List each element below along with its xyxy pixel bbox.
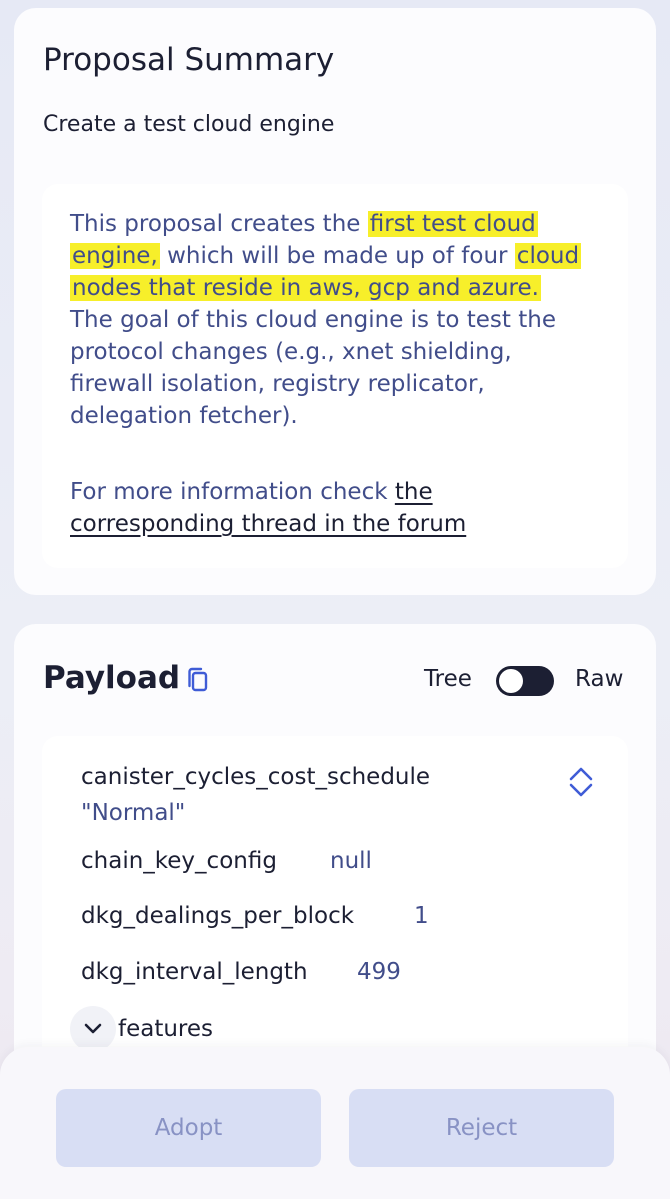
more-info-text: For more information check the correspon… xyxy=(70,476,590,540)
proposal-summary-title: Proposal Summary xyxy=(43,42,335,78)
payload-value: 1 xyxy=(414,903,429,929)
payload-value: "Normal" xyxy=(81,800,186,826)
proposal-summary-body: This proposal creates the first test clo… xyxy=(42,184,628,568)
description-text: This proposal creates the xyxy=(70,211,368,237)
adopt-button[interactable]: Adopt xyxy=(56,1089,321,1167)
proposal-description: This proposal creates the first test clo… xyxy=(70,208,582,432)
proposal-summary-card: Proposal Summary Create a test cloud eng… xyxy=(14,8,656,595)
payload-key: chain_key_config xyxy=(81,848,277,874)
reject-button[interactable]: Reject xyxy=(349,1089,614,1167)
payload-key: dkg_interval_length xyxy=(81,959,308,985)
toggle-knob xyxy=(499,669,523,693)
features-label: features xyxy=(118,1016,214,1042)
payload-key: canister_cycles_cost_schedule xyxy=(81,764,431,790)
description-text: which will be made up of four xyxy=(159,243,515,269)
toggle-raw-label: Raw xyxy=(575,666,624,692)
chevron-down-icon[interactable] xyxy=(70,1006,116,1052)
proposal-subtitle: Create a test cloud engine xyxy=(43,112,335,137)
action-bar: Adopt Reject xyxy=(0,1047,670,1199)
toggle-tree-label: Tree xyxy=(424,666,472,692)
sort-icon[interactable] xyxy=(568,766,594,798)
payload-key: dkg_dealings_per_block xyxy=(81,903,355,929)
description-text: The goal of this cloud engine is to test… xyxy=(70,307,556,429)
tree-raw-toggle[interactable] xyxy=(496,666,554,696)
payload-value: null xyxy=(330,848,372,874)
more-info-label: For more information check xyxy=(70,479,395,505)
payload-value: 499 xyxy=(357,959,401,985)
payload-title: Payload xyxy=(43,660,181,696)
copy-icon[interactable] xyxy=(186,666,210,694)
